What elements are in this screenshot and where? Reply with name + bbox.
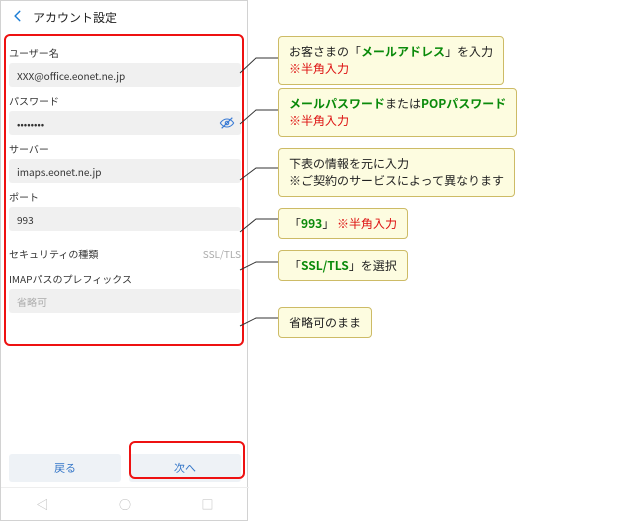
server-value: imaps.eonet.ne.jp <box>17 164 101 179</box>
eye-off-icon[interactable] <box>219 115 235 134</box>
topbar: アカウント設定 <box>1 1 247 33</box>
label-imap-prefix: IMAPパスのプレフィックス <box>9 271 241 286</box>
callout-imap-prefix: 省略可のまま <box>278 307 372 338</box>
next-button[interactable]: 次へ <box>129 454 241 482</box>
back-button[interactable]: 戻る <box>9 454 121 482</box>
nav-home-icon[interactable]: ○ <box>119 496 131 513</box>
account-form: ユーザー名 XXX@office.eonet.ne.jp パスワード •••••… <box>1 35 249 313</box>
password-field[interactable]: •••••••• <box>9 111 241 135</box>
page-title: アカウント設定 <box>33 9 117 26</box>
password-value: •••••••• <box>17 116 44 131</box>
button-row: 戻る 次へ <box>1 454 249 482</box>
label-security: セキュリティの種類 <box>9 246 98 261</box>
security-row[interactable]: セキュリティの種類 SSL/TLS <box>9 239 241 267</box>
back-arrow-icon[interactable] <box>11 9 25 25</box>
port-field[interactable]: 993 <box>9 207 241 231</box>
server-field[interactable]: imaps.eonet.ne.jp <box>9 159 241 183</box>
callout-username: お客さまの「メールアドレス」を入力 ※半角入力 <box>278 36 504 85</box>
callout-password: メールパスワードまたはPOPパスワード ※半角入力 <box>278 88 517 137</box>
back-button-label: 戻る <box>54 460 76 476</box>
android-navbar: ◁ ○ □ <box>1 487 249 520</box>
username-value: XXX@office.eonet.ne.jp <box>17 68 125 83</box>
next-button-label: 次へ <box>174 460 196 476</box>
username-field[interactable]: XXX@office.eonet.ne.jp <box>9 63 241 87</box>
callout-security: 「SSL/TLS」を選択 <box>278 250 408 281</box>
callout-server: 下表の情報を元に入力 ※ご契約のサービスによって異なります <box>278 148 515 197</box>
phone-frame: アカウント設定 ユーザー名 XXX@office.eonet.ne.jp パスワ… <box>0 0 248 521</box>
imap-prefix-placeholder: 省略可 <box>17 294 47 309</box>
nav-back-icon[interactable]: ◁ <box>36 496 48 513</box>
label-server: サーバー <box>9 141 241 156</box>
port-value: 993 <box>17 212 34 227</box>
imap-prefix-field[interactable]: 省略可 <box>9 289 241 313</box>
label-port: ポート <box>9 189 241 204</box>
label-username: ユーザー名 <box>9 45 241 60</box>
callout-port: 「993」 ※半角入力 <box>278 208 408 239</box>
nav-recent-icon[interactable]: □ <box>202 496 214 513</box>
label-password: パスワード <box>9 93 241 108</box>
security-value: SSL/TLS <box>203 246 241 261</box>
